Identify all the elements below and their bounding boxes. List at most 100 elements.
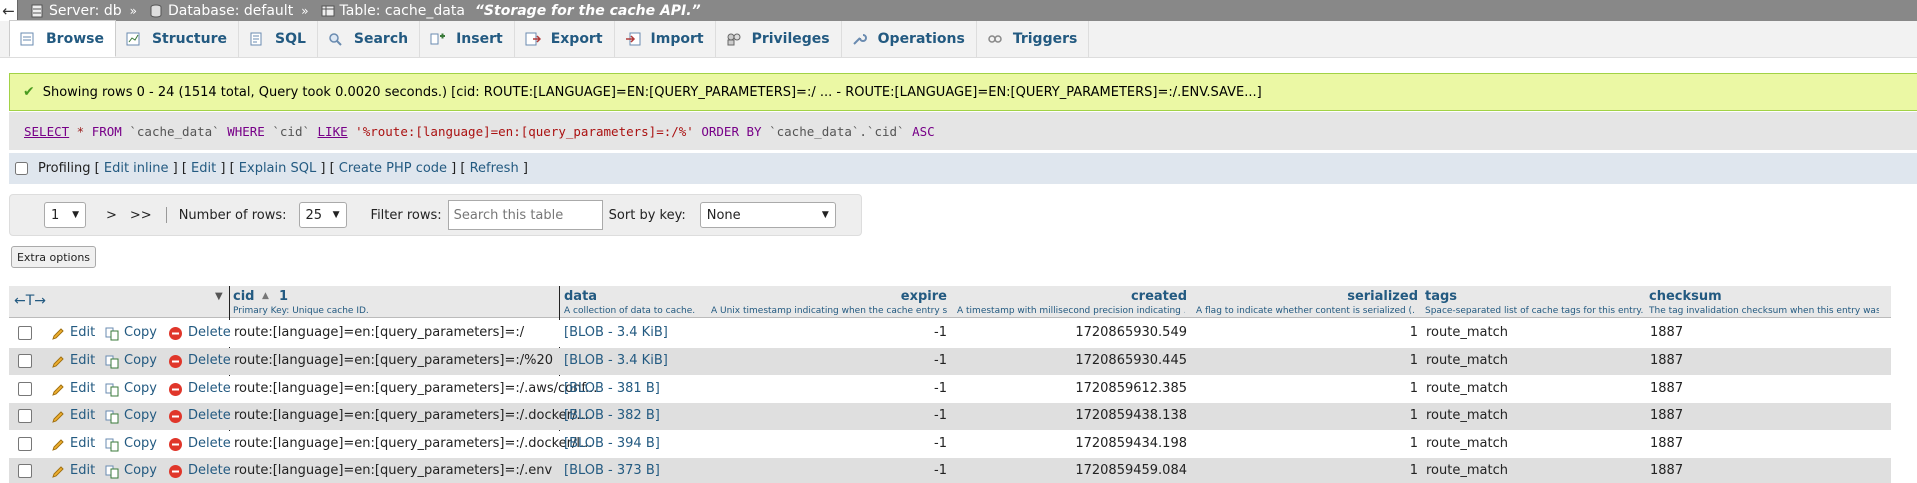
filter-rows-input[interactable]: Search this table xyxy=(447,200,603,230)
cell-tags[interactable]: route_match xyxy=(1426,463,1508,478)
cell-expire[interactable]: -1 xyxy=(709,463,947,478)
edit-row-button[interactable]: Edit xyxy=(70,436,95,451)
delete-row-button[interactable]: Delete xyxy=(188,381,231,396)
copy-row-button[interactable]: Copy xyxy=(124,381,157,396)
breadcrumb-database[interactable]: Database: default xyxy=(149,3,293,19)
cell-expire[interactable]: -1 xyxy=(709,381,947,396)
next-page-button[interactable]: > xyxy=(106,208,117,223)
column-header-checksum[interactable]: checksum The tag invalidation checksum w… xyxy=(1649,286,1887,318)
tab-browse[interactable]: Browse xyxy=(9,20,116,57)
cell-checksum[interactable]: 1887 xyxy=(1650,325,1683,340)
cell-cid[interactable]: route:[language]=en:[query_parameters]=:… xyxy=(234,408,593,423)
delete-row-button[interactable]: Delete xyxy=(188,463,231,478)
tab-sql[interactable]: SQL xyxy=(239,21,318,57)
cell-cid[interactable]: route:[language]=en:[query_parameters]=:… xyxy=(234,353,553,368)
column-header-serialized[interactable]: serialized A flag to indicate whether co… xyxy=(1194,286,1418,318)
cell-checksum[interactable]: 1887 xyxy=(1650,463,1683,478)
cell-data-blob-link[interactable]: [BLOB - 381 B] xyxy=(564,381,660,396)
delete-row-button[interactable]: Delete xyxy=(188,353,231,368)
copy-row-button[interactable]: Copy xyxy=(124,353,157,368)
tab-search[interactable]: Search xyxy=(318,21,421,57)
cell-created[interactable]: 1720859438.138 xyxy=(955,408,1187,423)
cell-serialized[interactable]: 1 xyxy=(1194,325,1418,340)
profiling-checkbox[interactable] xyxy=(15,162,28,175)
tab-insert[interactable]: Insert xyxy=(420,21,515,57)
last-page-button[interactable]: >> xyxy=(130,208,152,223)
delete-row-button[interactable]: Delete xyxy=(188,325,231,340)
copy-row-button[interactable]: Copy xyxy=(124,408,157,423)
cell-tags[interactable]: route_match xyxy=(1426,325,1508,340)
cell-serialized[interactable]: 1 xyxy=(1194,381,1418,396)
row-checkbox[interactable] xyxy=(18,409,32,423)
cell-data-blob-link[interactable]: [BLOB - 382 B] xyxy=(564,408,660,423)
cell-tags[interactable]: route_match xyxy=(1426,353,1508,368)
edit-row-button[interactable]: Edit xyxy=(70,325,95,340)
cell-tags[interactable]: route_match xyxy=(1426,408,1508,423)
row-checkbox[interactable] xyxy=(18,382,32,396)
cell-data-blob-link[interactable]: [BLOB - 373 B] xyxy=(564,463,660,478)
cell-data-blob-link[interactable]: [BLOB - 394 B] xyxy=(564,436,660,451)
cell-data-blob-link[interactable]: [BLOB - 3.4 KiB] xyxy=(564,325,668,340)
tab-triggers[interactable]: Triggers xyxy=(977,21,1090,57)
edit-link[interactable]: Edit xyxy=(191,161,216,176)
cell-created[interactable]: 1720859612.385 xyxy=(955,381,1187,396)
page-select[interactable]: 1 ▼ xyxy=(44,202,86,228)
cell-tags[interactable]: route_match xyxy=(1426,381,1508,396)
cell-created[interactable]: 1720865930.549 xyxy=(955,325,1187,340)
edit-row-button[interactable]: Edit xyxy=(70,463,95,478)
cell-serialized[interactable]: 1 xyxy=(1194,436,1418,451)
cell-data-blob-link[interactable]: [BLOB - 3.4 KiB] xyxy=(564,353,668,368)
copy-row-button[interactable]: Copy xyxy=(124,325,157,340)
tab-privileges[interactable]: Privileges xyxy=(716,21,842,57)
sql-query[interactable]: SELECT * FROM `cache_data` WHERE `cid` L… xyxy=(9,112,1917,150)
extra-options-button[interactable]: Extra options xyxy=(11,246,96,268)
column-header-expire[interactable]: expire A Unix timestamp indicating when … xyxy=(709,286,949,318)
cell-created[interactable]: 1720865930.445 xyxy=(955,353,1187,368)
cell-checksum[interactable]: 1887 xyxy=(1650,408,1683,423)
create-php-code-link[interactable]: Create PHP code xyxy=(339,161,447,176)
row-checkbox[interactable] xyxy=(18,326,32,340)
back-icon[interactable]: ← xyxy=(0,0,18,21)
edit-row-button[interactable]: Edit xyxy=(70,381,95,396)
cell-expire[interactable]: -1 xyxy=(709,408,947,423)
cell-serialized[interactable]: 1 xyxy=(1194,463,1418,478)
row-checkbox[interactable] xyxy=(18,464,32,478)
cell-serialized[interactable]: 1 xyxy=(1194,408,1418,423)
cell-cid[interactable]: route:[language]=en:[query_parameters]=:… xyxy=(234,325,524,340)
rows-per-page-select[interactable]: 25 ▼ xyxy=(298,202,347,228)
sort-by-key-select[interactable]: None ▼ xyxy=(699,202,836,228)
cell-created[interactable]: 1720859434.198 xyxy=(955,436,1187,451)
column-header-created[interactable]: created A timestamp with millisecond pre… xyxy=(955,286,1187,318)
cell-cid[interactable]: route:[language]=en:[query_parameters]=:… xyxy=(234,436,592,451)
column-header-tags[interactable]: tags Space-separated list of cache tags … xyxy=(1425,286,1645,318)
column-header-data[interactable]: data A collection of data to cache. xyxy=(564,286,707,318)
row-checkbox[interactable] xyxy=(18,437,32,451)
column-header-cid[interactable]: cid ▲ 1 Primary Key: Unique cache ID. xyxy=(233,286,561,318)
tab-import[interactable]: Import xyxy=(615,21,716,57)
breadcrumb-table[interactable]: Table: cache_data xyxy=(321,3,465,19)
tab-structure[interactable]: Structure xyxy=(116,21,239,57)
cell-cid[interactable]: route:[language]=en:[query_parameters]=:… xyxy=(234,463,552,478)
delete-row-button[interactable]: Delete xyxy=(188,436,231,451)
refresh-link[interactable]: Refresh xyxy=(470,161,519,176)
row-checkbox[interactable] xyxy=(18,354,32,368)
copy-row-button[interactable]: Copy xyxy=(124,436,157,451)
edit-row-button[interactable]: Edit xyxy=(70,353,95,368)
cell-checksum[interactable]: 1887 xyxy=(1650,381,1683,396)
cell-tags[interactable]: route_match xyxy=(1426,436,1508,451)
edit-row-button[interactable]: Edit xyxy=(70,408,95,423)
cell-checksum[interactable]: 1887 xyxy=(1650,436,1683,451)
tab-export[interactable]: Export xyxy=(515,21,615,57)
cell-created[interactable]: 1720859459.084 xyxy=(955,463,1187,478)
cell-expire[interactable]: -1 xyxy=(709,353,947,368)
edit-inline-link[interactable]: Edit inline xyxy=(104,161,169,176)
cell-cid[interactable]: route:[language]=en:[query_parameters]=:… xyxy=(234,381,597,396)
copy-row-button[interactable]: Copy xyxy=(124,463,157,478)
cell-serialized[interactable]: 1 xyxy=(1194,353,1418,368)
delete-row-button[interactable]: Delete xyxy=(188,408,231,423)
cell-expire[interactable]: -1 xyxy=(709,436,947,451)
explain-sql-link[interactable]: Explain SQL xyxy=(239,161,316,176)
cell-expire[interactable]: -1 xyxy=(709,325,947,340)
column-options-icon[interactable]: ▼ xyxy=(215,291,223,323)
tab-operations[interactable]: Operations xyxy=(842,21,977,57)
